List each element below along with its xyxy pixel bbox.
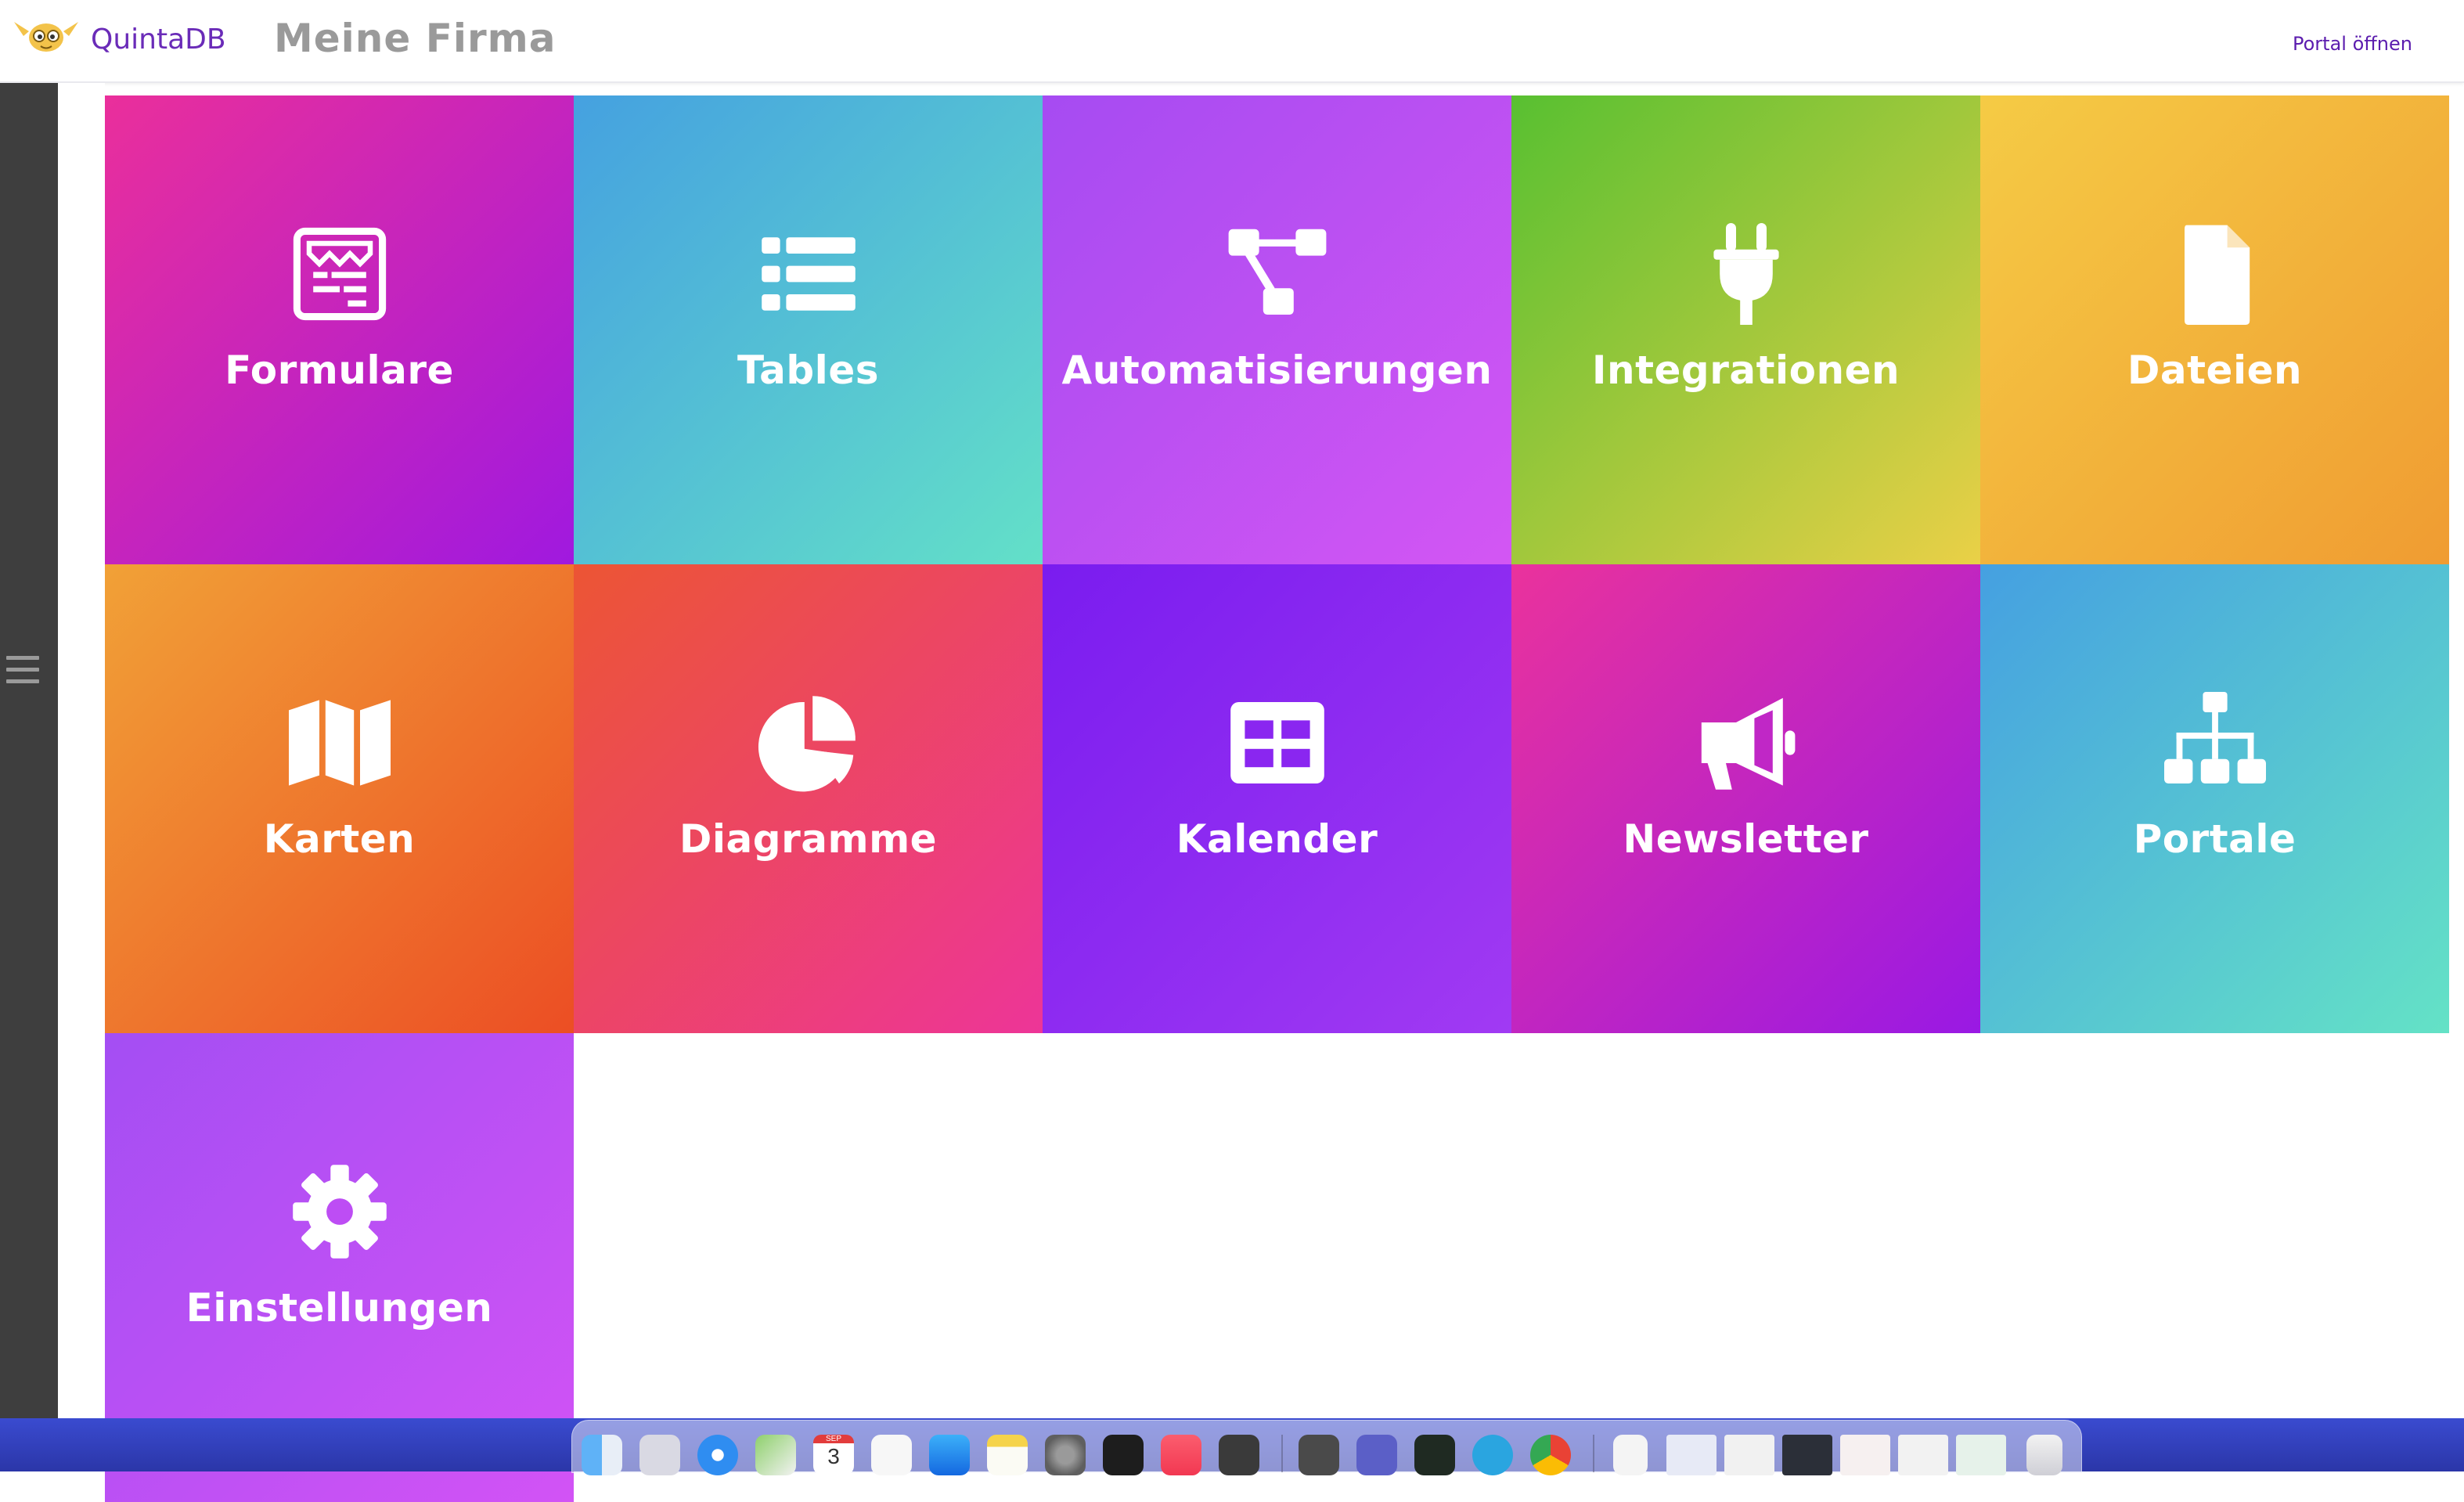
sitemap-icon [2160,688,2270,798]
window-thumbnail-icon[interactable] [1898,1435,1948,1475]
window-thumbnail-icon[interactable] [1840,1435,1890,1475]
quintadb-logo-icon[interactable] [11,14,81,56]
tile-label: Kalender [1176,816,1378,862]
tile-label: Dateien [2127,348,2303,393]
dock-separator [1281,1435,1283,1472]
tile-portale[interactable]: Portale [1980,564,2449,1033]
open-portal-link[interactable]: Portal öffnen [2293,33,2412,55]
activity-monitor-icon[interactable] [1414,1435,1455,1475]
app-store-icon[interactable] [929,1435,970,1475]
window-thumbnail-icon[interactable] [1666,1435,1717,1475]
tile-label: Integrationen [1591,348,1900,393]
map-icon [285,688,394,798]
tile-label: Automatisierungen [1061,348,1493,393]
sublime-text-icon[interactable] [1299,1435,1339,1475]
telegram-icon[interactable] [1472,1435,1513,1475]
content-gutter [58,83,105,1429]
tile-dateien[interactable]: Dateien [1980,95,2449,564]
tile-karten[interactable]: Karten [105,564,574,1033]
hamburger-menu-icon[interactable] [6,656,39,686]
workflow-icon [1223,219,1332,329]
calendar-month: SEP [813,1435,854,1443]
window-thumbnail-icon[interactable] [1724,1435,1774,1475]
teams-icon[interactable] [1356,1435,1397,1475]
system-settings-icon[interactable] [1045,1435,1086,1475]
pie-chart-icon [754,688,863,798]
tile-automatisierungen[interactable]: Automatisierungen [1043,95,1511,564]
tile-label: Diagramme [679,816,938,862]
window-thumbnail-icon[interactable] [1782,1435,1832,1475]
chrome-icon[interactable] [1530,1435,1571,1475]
sidebar [0,83,58,1429]
gear-icon [285,1157,394,1266]
tile-label: Portale [2133,816,2296,862]
tile-label: Tables [737,348,879,393]
finder-icon[interactable] [582,1435,622,1475]
module-grid: Formulare Tables Automatisierungen Integ… [105,95,2449,1502]
maps-icon[interactable] [755,1435,796,1475]
tile-kalender[interactable]: Kalender [1043,564,1511,1033]
tile-label: Newsletter [1623,816,1869,862]
tile-label: Formulare [225,348,454,393]
calendar-day: 3 [827,1444,840,1468]
list-icon [754,219,863,329]
terminal-icon[interactable] [1103,1435,1144,1475]
tile-label: Einstellungen [186,1285,493,1331]
company-name: Meine Firma [274,16,557,61]
form-icon [285,219,394,329]
tile-newsletter[interactable]: Newsletter [1511,564,1980,1033]
calendar-grid-icon [1223,688,1332,798]
window-thumbnail-icon[interactable] [1956,1435,2006,1475]
megaphone-icon [1691,688,1801,798]
calendar-icon[interactable]: SEP 3 [813,1435,854,1475]
document-icon[interactable] [1613,1435,1648,1475]
macos-dock: SEP 3 [571,1420,2082,1475]
plug-icon [1691,219,1801,329]
top-header: QuintaDB Meine Firma Portal öffnen [0,0,2464,83]
tile-tables[interactable]: Tables [574,95,1043,564]
trash-icon[interactable] [2026,1435,2062,1475]
reminders-icon[interactable] [871,1435,912,1475]
tile-integrationen[interactable]: Integrationen [1511,95,1980,564]
dock-separator [1593,1435,1594,1472]
brand-name[interactable]: QuintaDB [91,23,226,56]
tile-formulare[interactable]: Formulare [105,95,574,564]
tile-label: Karten [263,816,416,862]
file-icon [2160,219,2270,329]
launchpad-icon[interactable] [639,1435,680,1475]
notes-icon[interactable] [987,1435,1028,1475]
tile-diagramme[interactable]: Diagramme [574,564,1043,1033]
safari-icon[interactable] [697,1435,738,1475]
calculator-icon[interactable] [1219,1435,1259,1475]
music-icon[interactable] [1161,1435,1201,1475]
